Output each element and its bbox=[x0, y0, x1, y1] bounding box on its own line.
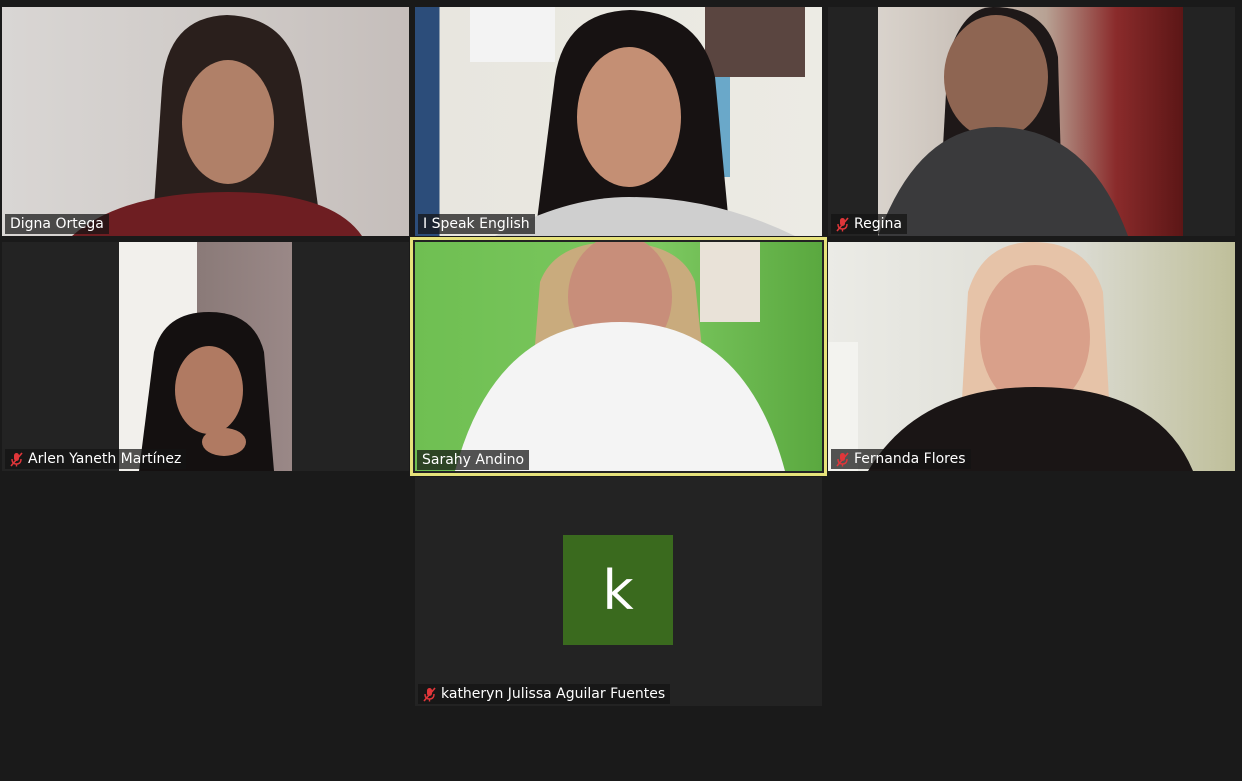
mic-muted-icon bbox=[836, 451, 849, 467]
participant-video bbox=[415, 242, 822, 471]
participant-name: Digna Ortega bbox=[10, 216, 104, 232]
video-tile-fernanda-flores[interactable]: Fernanda Flores bbox=[828, 242, 1235, 471]
participant-name: Regina bbox=[854, 216, 902, 232]
participant-name-tag: katheryn Julissa Aguilar Fuentes bbox=[418, 684, 671, 704]
participant-video bbox=[2, 7, 409, 236]
participant-name-tag: I Speak English bbox=[418, 214, 535, 234]
participant-silhouette bbox=[470, 7, 805, 236]
video-tile-arlen-yaneth-martinez[interactable]: Arlen Yaneth Martínez bbox=[2, 242, 409, 471]
mic-muted-icon bbox=[423, 686, 436, 702]
participant-name: Arlen Yaneth Martínez bbox=[28, 451, 182, 467]
participant-name-tag: Fernanda Flores bbox=[831, 449, 971, 469]
participant-name-tag: Regina bbox=[831, 214, 907, 234]
participant-silhouette bbox=[139, 312, 274, 471]
participant-name-tag: Arlen Yaneth Martínez bbox=[5, 449, 187, 469]
participant-name: I Speak English bbox=[423, 216, 530, 232]
mic-muted-icon bbox=[836, 216, 849, 232]
video-tile-katheryn-julissa-aguilar-fuentes[interactable]: k katheryn Julissa Aguilar Fuentes bbox=[415, 477, 822, 706]
video-tile-regina[interactable]: Regina bbox=[828, 7, 1235, 236]
participant-name-tag: Digna Ortega bbox=[5, 214, 109, 234]
mic-muted-icon bbox=[10, 451, 23, 467]
participant-name: Fernanda Flores bbox=[854, 451, 966, 467]
participant-silhouette bbox=[455, 242, 785, 471]
avatar-letter: k bbox=[602, 558, 634, 622]
participant-silhouette bbox=[72, 15, 362, 236]
video-tile-sarahy-andino[interactable]: Sarahy Andino bbox=[410, 237, 827, 476]
participant-name: Sarahy Andino bbox=[422, 452, 525, 468]
participant-video bbox=[415, 7, 822, 236]
participant-name-tag: Sarahy Andino bbox=[417, 450, 530, 470]
participant-video bbox=[119, 242, 292, 471]
gallery-view: Digna Ortega I Speak English Regina Arle… bbox=[0, 0, 1242, 781]
video-tile-digna-ortega[interactable]: Digna Ortega bbox=[2, 7, 409, 236]
participant-video bbox=[828, 242, 1235, 471]
participant-silhouette bbox=[828, 242, 1193, 471]
participant-avatar: k bbox=[563, 535, 673, 645]
participant-name: katheryn Julissa Aguilar Fuentes bbox=[441, 686, 666, 702]
participant-silhouette bbox=[878, 7, 1128, 236]
participant-video bbox=[878, 7, 1183, 236]
video-tile-i-speak-english[interactable]: I Speak English bbox=[415, 7, 822, 236]
